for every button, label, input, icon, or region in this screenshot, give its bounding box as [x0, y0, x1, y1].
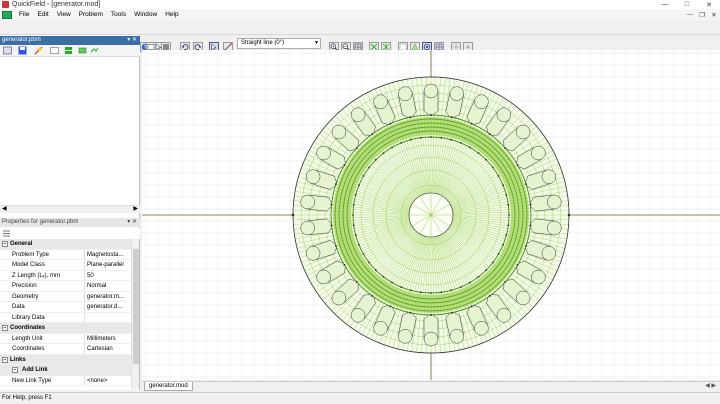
title-bar: QuickField - [generator.mod] — □ ✕ [0, 0, 720, 9]
property-value[interactable]: generator.m... [84, 291, 131, 301]
document-tabs: generator.mod ◀ ▶ [142, 381, 720, 391]
edit-data-icon[interactable] [50, 46, 59, 55]
save-problem-icon[interactable] [18, 46, 27, 55]
doc-restore-button[interactable]: ❐ [696, 11, 708, 19]
collapse-icon[interactable]: − [2, 241, 8, 247]
status-text: For Help, press F1 [2, 395, 52, 401]
property-section[interactable]: − General [0, 239, 131, 250]
draw-mode-select[interactable]: Straight line (0°) ▼ [237, 38, 321, 49]
pane-close-icon[interactable]: ▾ ✕ [127, 36, 137, 45]
property-value[interactable]: Plane-parallel [84, 260, 131, 270]
section-label: Add Link [22, 367, 48, 373]
scroll-right-icon[interactable]: ▶ [133, 205, 138, 212]
window-title: QuickField - [generator.mod] [12, 1, 101, 8]
menu-help[interactable]: Help [161, 11, 182, 18]
menu-view[interactable]: View [53, 11, 75, 18]
document-icon[interactable] [2, 10, 12, 19]
property-row[interactable]: Data generator.d... [0, 302, 131, 313]
properties-scrollbar[interactable] [131, 239, 139, 389]
menu-file[interactable]: File [15, 11, 33, 18]
scroll-left-icon[interactable]: ◀ [2, 205, 7, 212]
property-row[interactable]: New Link Type <none> [0, 375, 131, 386]
collapse-icon[interactable]: − [2, 356, 8, 363]
property-value[interactable]: 50 [84, 270, 131, 280]
close-button[interactable]: ✕ [698, 1, 720, 9]
link-icon[interactable] [90, 46, 99, 55]
property-key: Coordinates [12, 346, 45, 352]
property-key: Z Length (Lₓ), mm [12, 272, 60, 279]
property-value[interactable] [84, 312, 131, 322]
property-key: Geometry [12, 293, 39, 300]
property-key: Length Unit [12, 335, 43, 342]
chevron-down-icon: ▼ [314, 40, 319, 46]
property-row[interactable]: Model Class Plane-parallel [0, 260, 131, 271]
problem-pane-header: generator.pbm ▾ ✕ [0, 36, 140, 45]
property-key: New Link Type [12, 377, 52, 384]
draw-mode-value: Straight line (0°) [241, 40, 285, 46]
menu-window[interactable]: Window [130, 11, 161, 18]
tab-generator-mod[interactable]: generator.mod [144, 382, 193, 391]
section-label: General [10, 241, 33, 247]
property-value[interactable]: Normal [84, 281, 131, 291]
property-value[interactable]: Magnetosta... [84, 249, 131, 259]
property-section[interactable]: − Links [0, 354, 131, 365]
properties-pane-title: Properties for generator.pbm [2, 219, 79, 225]
doc-close-button[interactable]: ✕ [708, 11, 720, 19]
property-key: Precision [12, 283, 37, 289]
problem-toolbar [0, 45, 140, 57]
minimize-button[interactable]: — [654, 1, 676, 8]
solve-problem-icon[interactable] [34, 46, 43, 55]
property-row[interactable]: Length Unit Millimeters [0, 333, 131, 344]
property-section[interactable]: − Add Link [0, 365, 131, 376]
tab-scroll-icons[interactable]: ◀ ▶ [705, 382, 716, 389]
property-value[interactable]: generator.d... [84, 302, 131, 312]
menu-bar: File Edit View Problem Tools Window Help… [0, 9, 720, 20]
property-row[interactable]: Library Data [0, 312, 131, 323]
property-key: Library Data [12, 314, 45, 321]
property-key: Data [12, 304, 25, 310]
properties-icon[interactable] [3, 46, 12, 55]
results-icon[interactable] [78, 46, 87, 55]
property-row[interactable]: Precision Normal [0, 281, 131, 292]
section-label: Coordinates [10, 325, 46, 331]
section-label: Links [10, 356, 26, 363]
property-section[interactable]: − Coordinates [0, 323, 131, 334]
property-key: Model Class [12, 262, 46, 268]
property-row[interactable]: Problem Type Magnetosta... [0, 249, 131, 260]
model-canvas[interactable] [142, 50, 720, 380]
main-toolbar: ? [0, 20, 720, 52]
model-geometry[interactable] [142, 50, 720, 380]
menu-problem[interactable]: Problem [75, 11, 107, 18]
collapse-icon[interactable]: − [12, 367, 18, 373]
menu-edit[interactable]: Edit [33, 11, 52, 18]
app-icon [2, 1, 9, 8]
menu-tools[interactable]: Tools [107, 11, 130, 18]
status-bar: For Help, press F1 [0, 392, 720, 404]
property-row[interactable]: Geometry generator.m... [0, 291, 131, 302]
property-value[interactable]: Cartesian [84, 344, 131, 354]
properties-grid: − General Problem Type Magnetosta... Model C… [0, 239, 131, 386]
properties-toolbar [0, 228, 140, 239]
properties-pane-header: Properties for generator.pbm ▾ ✕ [0, 218, 140, 227]
property-row[interactable]: Coordinates Cartesian [0, 344, 131, 355]
property-key: Problem Type [12, 251, 49, 258]
problem-tree-scrollbar[interactable]: ◀ ▶ [0, 205, 140, 213]
property-value[interactable]: Millimeters [84, 333, 131, 343]
doc-minimize-button[interactable]: — [684, 11, 696, 19]
model-icon[interactable] [64, 46, 73, 55]
sort-properties-icon[interactable] [2, 229, 11, 238]
maximize-button[interactable]: □ [676, 1, 698, 8]
scroll-thumb[interactable] [133, 249, 139, 364]
properties-close-icon[interactable]: ▾ ✕ [127, 218, 137, 227]
collapse-icon[interactable]: − [2, 325, 8, 331]
property-value[interactable]: <none> [84, 375, 131, 385]
problem-pane-title: generator.pbm [2, 37, 41, 43]
property-row[interactable]: Z Length (Lₓ), mm 50 [0, 270, 131, 281]
